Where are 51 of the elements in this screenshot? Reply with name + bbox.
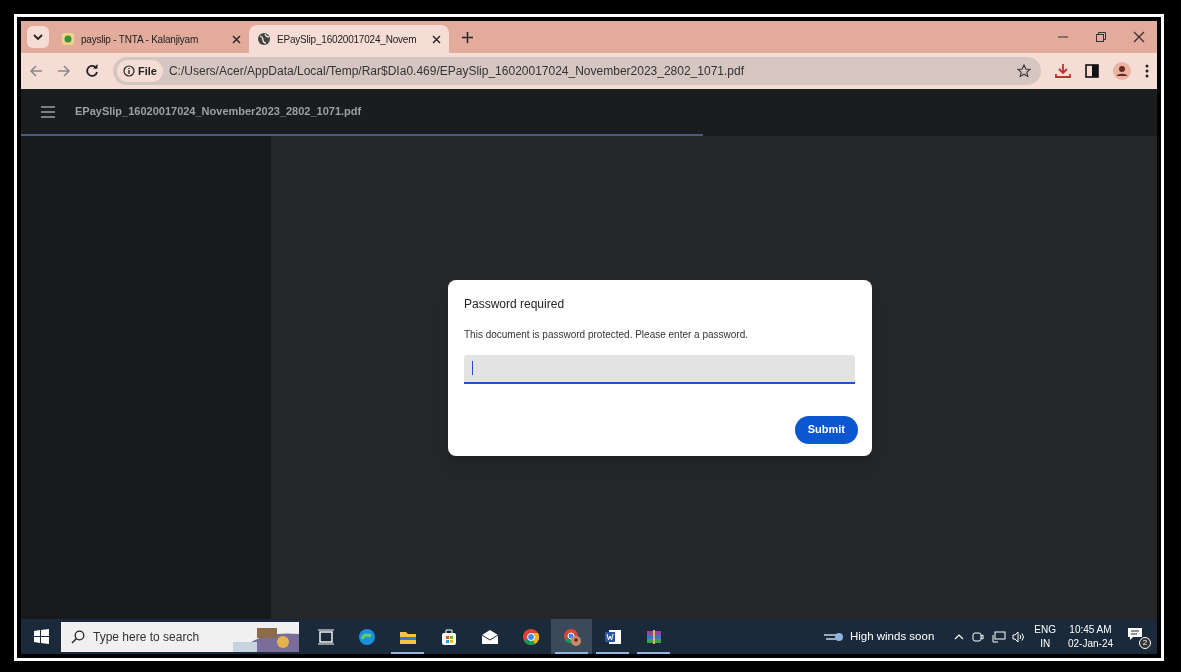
- close-icon[interactable]: [232, 34, 241, 44]
- more-icon[interactable]: [1145, 64, 1149, 78]
- back-icon[interactable]: [29, 64, 43, 78]
- info-icon: [123, 65, 135, 77]
- emblem-icon: [61, 32, 75, 46]
- url-text: C:/Users/Acer/AppData/Local/Temp/Rar$DIa0.469/EPaySlip_16020017024_November2023_2802_1071.pdf: [168, 63, 744, 80]
- password-field[interactable]: [464, 354, 855, 384]
- input-language-indicator[interactable]: ENG IN: [1034, 622, 1056, 651]
- camera-icon[interactable]: [972, 630, 985, 643]
- close-icon[interactable]: [1133, 31, 1145, 43]
- restore-icon[interactable]: [1095, 31, 1107, 43]
- download-icon[interactable]: [1055, 63, 1071, 79]
- menu-icon[interactable]: [41, 105, 55, 118]
- chrome-icon: [521, 627, 540, 646]
- envelope-icon: [480, 627, 499, 646]
- network-icon[interactable]: [992, 630, 1007, 643]
- chrome-profile-icon: [562, 627, 581, 646]
- tab-search-button[interactable]: [27, 26, 49, 48]
- submit-button[interactable]: Submit: [794, 415, 858, 444]
- plus-icon: [461, 31, 473, 43]
- profile-icon[interactable]: [1113, 62, 1131, 80]
- archive-books-icon: [644, 627, 663, 646]
- browser-tab[interactable]: EPaySlip_16020017024_Novem: [249, 25, 449, 53]
- notification-count: 2: [1139, 636, 1151, 649]
- document-title: EPaySlip_16020017024_November2023_2802_1071.pdf: [75, 104, 362, 120]
- forward-icon[interactable]: [57, 64, 71, 78]
- wind-icon[interactable]: [823, 630, 844, 643]
- dialog-message: This document is password protected. Please enter a password.: [464, 327, 750, 342]
- task-view-icon: [316, 627, 335, 646]
- reload-icon[interactable]: [85, 64, 99, 78]
- taskbar-search-field[interactable]: Type here to search: [61, 621, 299, 652]
- search-icon: [71, 629, 85, 644]
- globe-icon: [257, 32, 271, 46]
- word-document-icon: [603, 627, 622, 646]
- chevron-down-icon: [33, 33, 43, 41]
- shopping-bag-icon: [439, 627, 458, 646]
- edge-icon: [357, 627, 376, 646]
- dialog-title: Password required: [464, 295, 566, 313]
- clock[interactable]: 10:45 AM 02-Jan-24: [1067, 622, 1113, 651]
- chevron-up-icon[interactable]: [954, 633, 965, 640]
- text-cursor: [472, 361, 473, 375]
- close-icon[interactable]: [432, 34, 441, 44]
- notification-icon: [1127, 626, 1143, 643]
- weather-text[interactable]: High winds soon: [849, 627, 935, 646]
- star-icon[interactable]: [1017, 64, 1031, 78]
- side-panel-icon[interactable]: [1085, 64, 1099, 78]
- speaker-icon[interactable]: [1012, 630, 1027, 643]
- windows-start-icon[interactable]: [33, 629, 49, 644]
- address-bar[interactable]: File C:/Users/Acer/AppData/Local/Temp/Rar$DIa0.469/EPaySlip_16020017024_November2023_2802_1071.pdf: [113, 57, 1041, 85]
- browser-tab[interactable]: payslip - TNTA - Kalanjiyam: [53, 25, 249, 53]
- site-info-chip[interactable]: File: [117, 60, 163, 82]
